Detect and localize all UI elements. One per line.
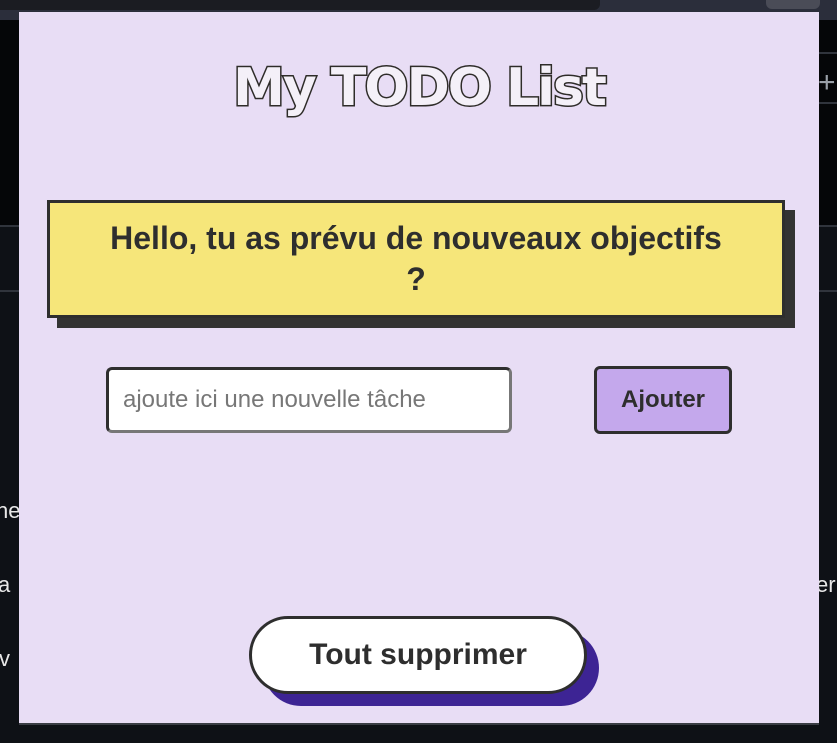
app-title: My TODO List [232, 57, 609, 120]
todo-popup: My TODO List Hello, tu as prévu de nouve… [19, 12, 819, 725]
greeting-banner: Hello, tu as prévu de nouveaux objectifs… [47, 200, 785, 318]
background-text-fragment: he [0, 498, 21, 523]
divider [819, 52, 837, 54]
add-button[interactable]: Ajouter [594, 366, 732, 434]
task-input[interactable] [106, 367, 512, 433]
plus-icon[interactable]: + [818, 66, 836, 100]
clear-all-button[interactable]: Tout supprimer [249, 616, 587, 694]
browser-button[interactable] [766, 0, 820, 9]
background-text-fragment: a [0, 572, 11, 597]
background-text-fragment: v [0, 646, 10, 671]
browser-tab[interactable] [0, 0, 600, 10]
divider [819, 102, 837, 104]
